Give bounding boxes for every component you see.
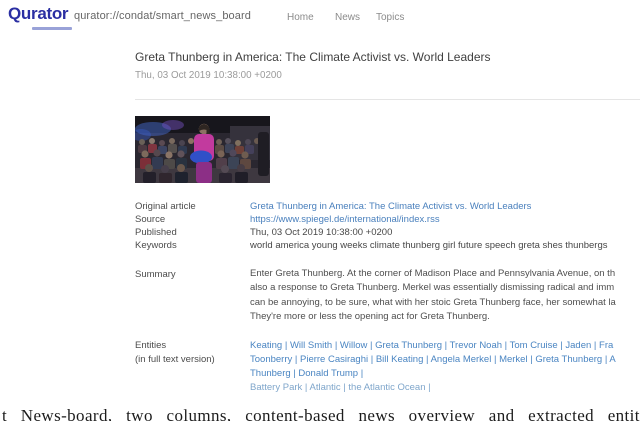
header-divider <box>135 99 640 100</box>
summary-line: also a response to Greta Thunberg. Merke… <box>250 281 616 295</box>
summary-text: Enter Greta Thunberg. At the corner of M… <box>250 267 616 324</box>
page-title: Greta Thunberg in America: The Climate A… <box>135 50 491 64</box>
entities-label-subtitle: (in full text version) <box>135 353 215 367</box>
entity-links-line[interactable]: Keating | Will Smith | Willow | Greta Th… <box>250 339 616 353</box>
figure-caption-fragment: t News-board, two columns, content-based… <box>2 406 640 421</box>
entity-links-line-locations[interactable]: Battery Park | Atlantic | the Atlantic O… <box>250 381 616 395</box>
article-photo <box>135 116 270 183</box>
summary-line: They're more or less the opening act for… <box>250 310 616 324</box>
entity-links-line[interactable]: Thunberg | Donald Trump | <box>250 367 616 381</box>
nav-item-home[interactable]: Home <box>287 12 314 23</box>
logo-tagline <box>32 27 72 30</box>
keywords-value: world america young weeks climate thunbe… <box>250 239 608 252</box>
nav-item-topics[interactable]: Topics <box>376 12 404 23</box>
smart-news-board-page: Qurator qurator://condat/smart_news_boar… <box>0 0 640 421</box>
table-row: Keywords world america young weeks clima… <box>135 239 640 252</box>
detail-label: Source <box>135 213 250 226</box>
summary-line: Enter Greta Thunberg. At the corner of M… <box>250 267 616 281</box>
source-link[interactable]: https://www.spiegel.de/international/ind… <box>250 213 440 226</box>
original-article-link[interactable]: Greta Thunberg in America: The Climate A… <box>250 200 531 213</box>
entities-label-title: Entities <box>135 339 215 353</box>
table-row: Source https://www.spiegel.de/internatio… <box>135 213 640 226</box>
table-row: Original article Greta Thunberg in Ameri… <box>135 200 640 213</box>
detail-label: Keywords <box>135 239 250 252</box>
detail-label: Published <box>135 226 250 239</box>
summary-line: can be annoying, to be sure, what with h… <box>250 296 616 310</box>
article-details-table: Original article Greta Thunberg in Ameri… <box>135 200 640 252</box>
detail-label: Original article <box>135 200 250 213</box>
table-row: Published Thu, 03 Oct 2019 10:38:00 +020… <box>135 226 640 239</box>
nav-item-news[interactable]: News <box>335 12 360 23</box>
published-value: Thu, 03 Oct 2019 10:38:00 +0200 <box>250 226 392 239</box>
entities-label: Entities (in full text version) <box>135 339 215 367</box>
article-date: Thu, 03 Oct 2019 10:38:00 +0200 <box>135 70 282 81</box>
entities-list: Keating | Will Smith | Willow | Greta Th… <box>250 339 616 395</box>
entity-links-line[interactable]: Toonberry | Pierre Casiraghi | Bill Keat… <box>250 353 616 367</box>
breadcrumb-address: qurator://condat/smart_news_board <box>74 10 251 22</box>
qurator-logo[interactable]: Qurator <box>8 4 68 24</box>
summary-label: Summary <box>135 269 176 280</box>
top-navbar: Qurator qurator://condat/smart_news_boar… <box>0 0 640 36</box>
